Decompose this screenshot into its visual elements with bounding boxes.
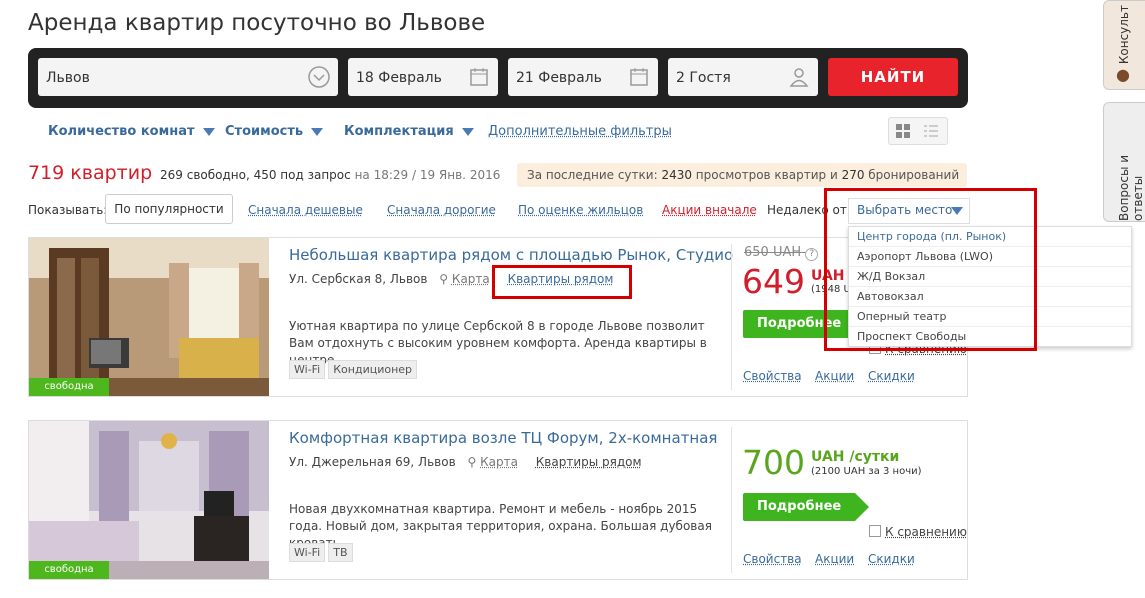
highlight-box xyxy=(824,188,1037,351)
results-time: на 18:29 / 19 Янв. 2016 xyxy=(354,168,501,182)
nearby-link[interactable]: Квартиры рядом xyxy=(536,455,642,469)
stats-bookings: 270 xyxy=(841,168,865,182)
divider xyxy=(731,244,732,390)
listing-address-row: Ул. Джерельная 69, Львов ⚲ Карта Квартир… xyxy=(289,455,642,469)
grid-view-icon[interactable] xyxy=(896,124,910,138)
highlight-box xyxy=(492,265,632,299)
results-count: 719 квартир xyxy=(28,162,153,184)
map-link[interactable]: ⚲ Карта xyxy=(467,455,517,469)
sort-expensive-link[interactable]: Сначала дорогие xyxy=(387,203,496,217)
help-icon[interactable]: ? xyxy=(805,248,819,261)
details-button[interactable]: Подробнее xyxy=(743,493,869,521)
find-button[interactable]: НАЙТИ xyxy=(828,58,958,96)
properties-link[interactable]: Свойства xyxy=(743,369,802,383)
checkout-value: 21 Февраль xyxy=(516,70,602,86)
city-value: Львов xyxy=(46,70,90,86)
tag-tv: TB xyxy=(328,543,353,562)
promos-link[interactable]: Акции xyxy=(815,552,854,566)
listing-tags: Wi-Fi Кондиционер xyxy=(289,360,420,379)
listing-price: 700 xyxy=(742,443,805,482)
map-link-label: Карта xyxy=(451,272,490,286)
properties-link[interactable]: Свойства xyxy=(743,552,802,566)
listing-address: Ул. Сербская 8, Львов xyxy=(289,272,428,286)
chevron-down-icon xyxy=(308,66,330,88)
filter-cost[interactable]: Стоимость xyxy=(225,124,324,139)
currency: UAH /сутки xyxy=(811,449,899,465)
tag-wifi: Wi-Fi xyxy=(289,360,326,379)
consult-tab[interactable]: Консульт ● xyxy=(1103,0,1145,90)
view-toggle[interactable] xyxy=(888,117,948,145)
filter-cost-label: Стоимость xyxy=(225,124,304,139)
divider xyxy=(731,427,732,573)
sort-popular-button[interactable]: По популярности xyxy=(105,194,233,224)
faq-tab-label: Вопросы и ответы xyxy=(1117,154,1145,221)
listing-price: 649 xyxy=(742,262,805,301)
consult-tab-label: Консульт xyxy=(1117,5,1131,65)
triangle-down-icon xyxy=(461,127,474,136)
stats-prefix: За последние сутки: xyxy=(527,168,662,182)
person-icon xyxy=(789,68,809,87)
discounts-link[interactable]: Скидки xyxy=(868,369,915,383)
listing-title[interactable]: Небольшая квартира рядом с площадью Рыно… xyxy=(289,246,733,264)
guests-value: 2 Гостя xyxy=(676,70,731,86)
stats-mid: просмотров квартир и xyxy=(691,168,842,182)
discounts-link[interactable]: Скидки xyxy=(868,552,915,566)
old-price: 650 UAH ? xyxy=(744,245,819,261)
city-select[interactable]: Львов xyxy=(38,58,338,96)
listing-tags: Wi-Fi TB xyxy=(289,543,356,562)
filter-equipment[interactable]: Комплектация xyxy=(344,124,474,139)
price-subtotal: (2100 UAH за 3 ночи) xyxy=(811,466,922,477)
map-pin-icon: ⚲ xyxy=(467,455,477,469)
calendar-icon xyxy=(470,68,488,86)
map-link[interactable]: ⚲ Карта xyxy=(439,272,489,286)
checkout-field[interactable]: 21 Февраль xyxy=(508,58,658,96)
tag-ac: Кондиционер xyxy=(328,360,418,379)
availability-badge: свободна xyxy=(29,561,109,579)
availability-badge: свободна xyxy=(29,378,109,396)
room-photo-illustration xyxy=(29,238,269,396)
faq-tab[interactable]: Вопросы и ответы xyxy=(1103,102,1145,222)
checkin-value: 18 Февраль xyxy=(356,70,442,86)
room-photo-illustration xyxy=(29,421,269,579)
chat-icon: ● xyxy=(1116,65,1130,84)
listing-photo[interactable]: свободна xyxy=(29,421,269,579)
old-price-value: 650 UAH xyxy=(744,245,802,260)
sort-promo-link[interactable]: Акции вначале xyxy=(662,203,757,217)
guests-field[interactable]: 2 Гостя xyxy=(668,58,818,96)
compare-checkbox[interactable]: К сравнению xyxy=(869,525,967,539)
results-availability: 269 свободно, 450 под запрос на 18:29 / … xyxy=(160,168,500,182)
currency-code: UAH xyxy=(811,449,845,465)
filter-more-link[interactable]: Дополнительные фильтры xyxy=(488,124,672,139)
sort-label: Показывать: xyxy=(28,203,108,217)
map-link-label: Карта xyxy=(480,455,518,469)
filter-rooms[interactable]: Количество комнат xyxy=(48,124,215,139)
sort-rating-link[interactable]: По оценке жильцов xyxy=(518,203,643,217)
stats-suffix: бронирований xyxy=(864,168,960,182)
price-per: /сутки xyxy=(849,449,900,465)
listing-photo[interactable]: свободна xyxy=(29,238,269,396)
sort-cheap-link[interactable]: Сначала дешевые xyxy=(248,203,363,217)
stats-views: 2430 xyxy=(661,168,692,182)
listing-card: свободна Комфортная квартира возле ТЦ Фо… xyxy=(28,420,968,580)
checkin-field[interactable]: 18 Февраль xyxy=(348,58,498,96)
results-free: 269 свободно, 450 под запрос xyxy=(160,168,351,182)
stats-banner: За последние сутки: 2430 просмотров квар… xyxy=(517,163,967,187)
filter-equipment-label: Комплектация xyxy=(344,124,454,139)
listing-address: Ул. Джерельная 69, Львов xyxy=(289,455,456,469)
compare-label: К сравнению xyxy=(885,525,967,539)
filter-rooms-label: Количество комнат xyxy=(48,124,195,139)
listing-title[interactable]: Комфортная квартира возле ТЦ Форум, 2х-к… xyxy=(289,429,717,447)
promos-link[interactable]: Акции xyxy=(815,369,854,383)
page-title: Аренда квартир посуточно во Львове xyxy=(28,10,486,36)
checkbox-icon[interactable] xyxy=(869,525,881,537)
list-view-icon[interactable] xyxy=(924,124,938,138)
map-pin-icon: ⚲ xyxy=(439,272,449,286)
calendar-icon xyxy=(630,68,648,86)
triangle-down-icon xyxy=(202,127,215,136)
search-bar: Львов 18 Февраль 21 Февраль 2 Гостя НАЙТ… xyxy=(28,48,968,108)
triangle-down-icon xyxy=(311,127,324,136)
tag-wifi: Wi-Fi xyxy=(289,543,326,562)
